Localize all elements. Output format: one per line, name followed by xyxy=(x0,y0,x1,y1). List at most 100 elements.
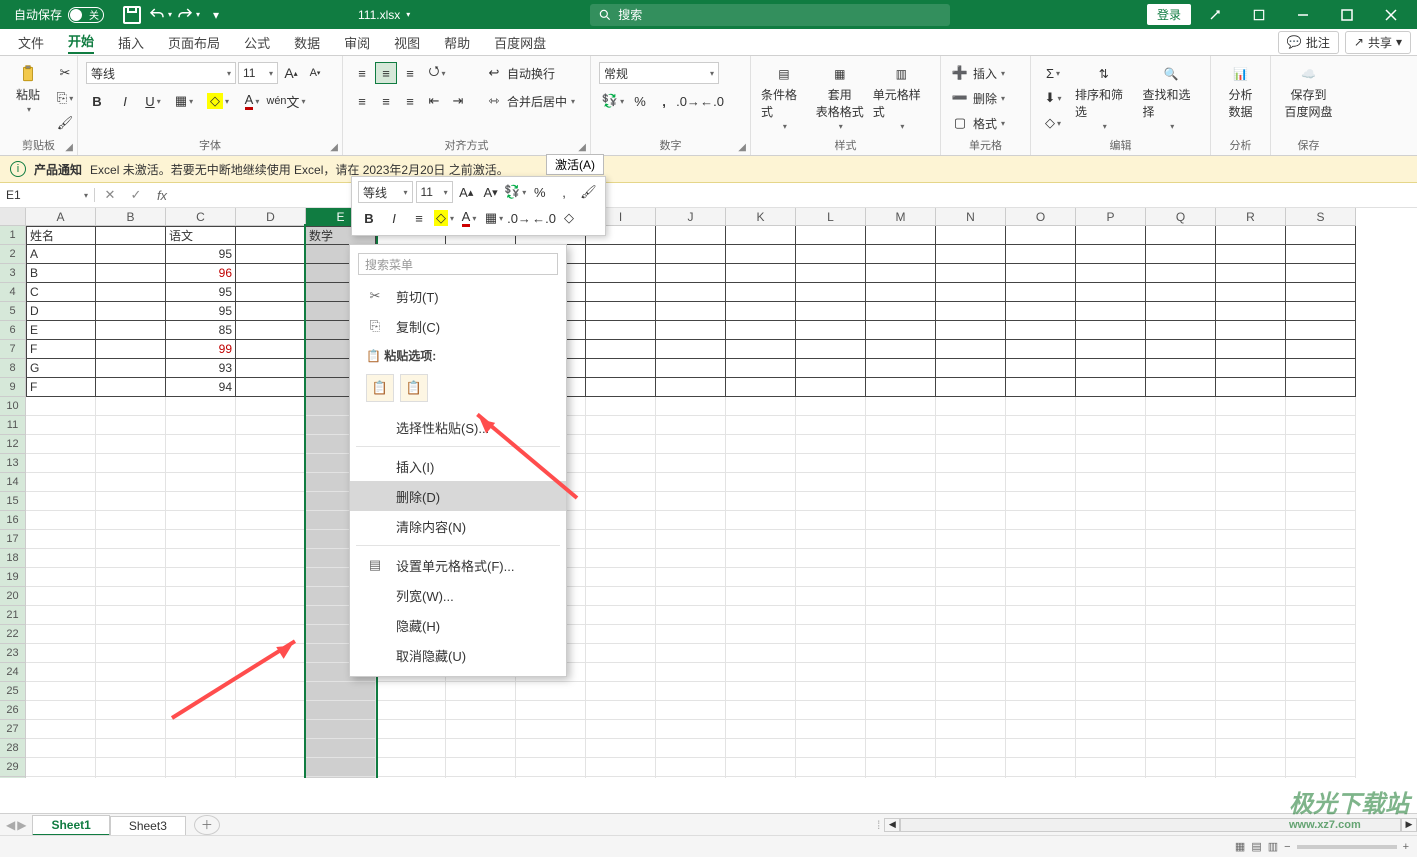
cell[interactable] xyxy=(236,283,306,302)
cell[interactable] xyxy=(1286,625,1356,644)
cell[interactable] xyxy=(726,321,796,340)
cell[interactable] xyxy=(656,302,726,321)
cell[interactable] xyxy=(796,397,866,416)
cell[interactable] xyxy=(866,435,936,454)
cell[interactable] xyxy=(1006,701,1076,720)
cell[interactable] xyxy=(796,264,866,283)
cell[interactable] xyxy=(936,625,1006,644)
cell[interactable] xyxy=(1006,663,1076,682)
cell[interactable] xyxy=(866,606,936,625)
cell[interactable] xyxy=(866,682,936,701)
row-header[interactable]: 7 xyxy=(0,340,26,359)
row-header[interactable]: 20 xyxy=(0,587,26,606)
cell[interactable] xyxy=(1006,777,1076,778)
cell[interactable] xyxy=(1006,397,1076,416)
bold-icon[interactable]: B xyxy=(86,90,108,112)
cut-icon[interactable]: ✂ xyxy=(54,62,76,84)
cell[interactable] xyxy=(1286,321,1356,340)
cell[interactable] xyxy=(936,302,1006,321)
cell[interactable] xyxy=(166,397,236,416)
cell[interactable] xyxy=(866,625,936,644)
comma-icon[interactable]: , xyxy=(653,90,675,112)
cell[interactable] xyxy=(726,682,796,701)
cell[interactable] xyxy=(726,663,796,682)
cell[interactable] xyxy=(236,473,306,492)
column-header-A[interactable]: A xyxy=(26,208,96,226)
cell[interactable] xyxy=(1006,720,1076,739)
cell[interactable] xyxy=(586,245,656,264)
cell[interactable] xyxy=(166,473,236,492)
cell[interactable] xyxy=(96,701,166,720)
cell[interactable] xyxy=(1006,739,1076,758)
cell[interactable] xyxy=(866,720,936,739)
row-header[interactable]: 4 xyxy=(0,283,26,302)
row-header[interactable]: 16 xyxy=(0,511,26,530)
cell[interactable] xyxy=(936,663,1006,682)
view-pagebreak-icon[interactable]: ▥ xyxy=(1268,840,1278,853)
cell[interactable] xyxy=(866,492,936,511)
cell[interactable] xyxy=(586,720,656,739)
mini-dec-decimal-icon[interactable]: ←.0 xyxy=(533,207,555,229)
cell[interactable] xyxy=(936,264,1006,283)
cell[interactable] xyxy=(1146,416,1216,435)
mini-comma-icon[interactable]: , xyxy=(553,181,574,203)
tab-insert[interactable]: 插入 xyxy=(106,29,156,56)
align-right-icon[interactable]: ≡ xyxy=(399,90,421,112)
sheet-tab-1[interactable]: Sheet1 xyxy=(32,815,109,837)
row-header[interactable]: 21 xyxy=(0,606,26,625)
indent-decrease-icon[interactable]: ⇤ xyxy=(423,90,445,112)
cell[interactable] xyxy=(1286,473,1356,492)
cell[interactable] xyxy=(1216,245,1286,264)
cell[interactable] xyxy=(26,701,96,720)
zoom-in-icon[interactable]: + xyxy=(1403,841,1409,853)
cell[interactable] xyxy=(26,549,96,568)
cell[interactable] xyxy=(1146,321,1216,340)
row-header[interactable]: 1 xyxy=(0,226,26,245)
cell[interactable] xyxy=(1076,359,1146,378)
cell[interactable] xyxy=(656,416,726,435)
font-size-combo[interactable]: 11▾ xyxy=(238,62,278,84)
column-header-D[interactable]: D xyxy=(236,208,306,226)
cell[interactable] xyxy=(166,644,236,663)
new-sheet-button[interactable]: ＋ xyxy=(194,815,220,835)
cell[interactable] xyxy=(1216,264,1286,283)
save-icon[interactable] xyxy=(120,3,144,27)
activate-button[interactable]: 激活(A) xyxy=(546,154,604,175)
cell[interactable]: 姓名 xyxy=(26,226,96,245)
cell[interactable] xyxy=(586,663,656,682)
cell[interactable] xyxy=(1286,340,1356,359)
undo-icon[interactable]: ▾ xyxy=(148,3,172,27)
cell[interactable] xyxy=(1286,644,1356,663)
cell[interactable] xyxy=(586,302,656,321)
cell[interactable] xyxy=(26,568,96,587)
column-header-P[interactable]: P xyxy=(1076,208,1146,226)
row-header[interactable]: 28 xyxy=(0,739,26,758)
mini-font-color-icon[interactable]: A▾ xyxy=(458,207,480,229)
cell[interactable] xyxy=(236,720,306,739)
cell[interactable] xyxy=(1076,283,1146,302)
cell[interactable] xyxy=(1006,606,1076,625)
cell[interactable] xyxy=(656,454,726,473)
cell[interactable] xyxy=(166,549,236,568)
cell[interactable] xyxy=(586,492,656,511)
row-header[interactable]: 14 xyxy=(0,473,26,492)
find-select-button[interactable]: 🔍查找和选择▾ xyxy=(1141,62,1203,133)
row-header[interactable]: 27 xyxy=(0,720,26,739)
cell[interactable] xyxy=(96,549,166,568)
cell[interactable] xyxy=(26,416,96,435)
cell[interactable] xyxy=(796,587,866,606)
cell[interactable] xyxy=(796,625,866,644)
cell[interactable] xyxy=(726,606,796,625)
cell[interactable] xyxy=(936,644,1006,663)
cell[interactable] xyxy=(1146,606,1216,625)
row-header[interactable]: 2 xyxy=(0,245,26,264)
cell[interactable]: 94 xyxy=(166,378,236,397)
cell[interactable] xyxy=(26,530,96,549)
cell[interactable] xyxy=(586,682,656,701)
cell[interactable] xyxy=(166,625,236,644)
cell[interactable] xyxy=(866,511,936,530)
cell[interactable] xyxy=(446,777,516,778)
cell[interactable] xyxy=(1146,663,1216,682)
cell[interactable] xyxy=(1076,568,1146,587)
cell[interactable] xyxy=(1216,226,1286,245)
